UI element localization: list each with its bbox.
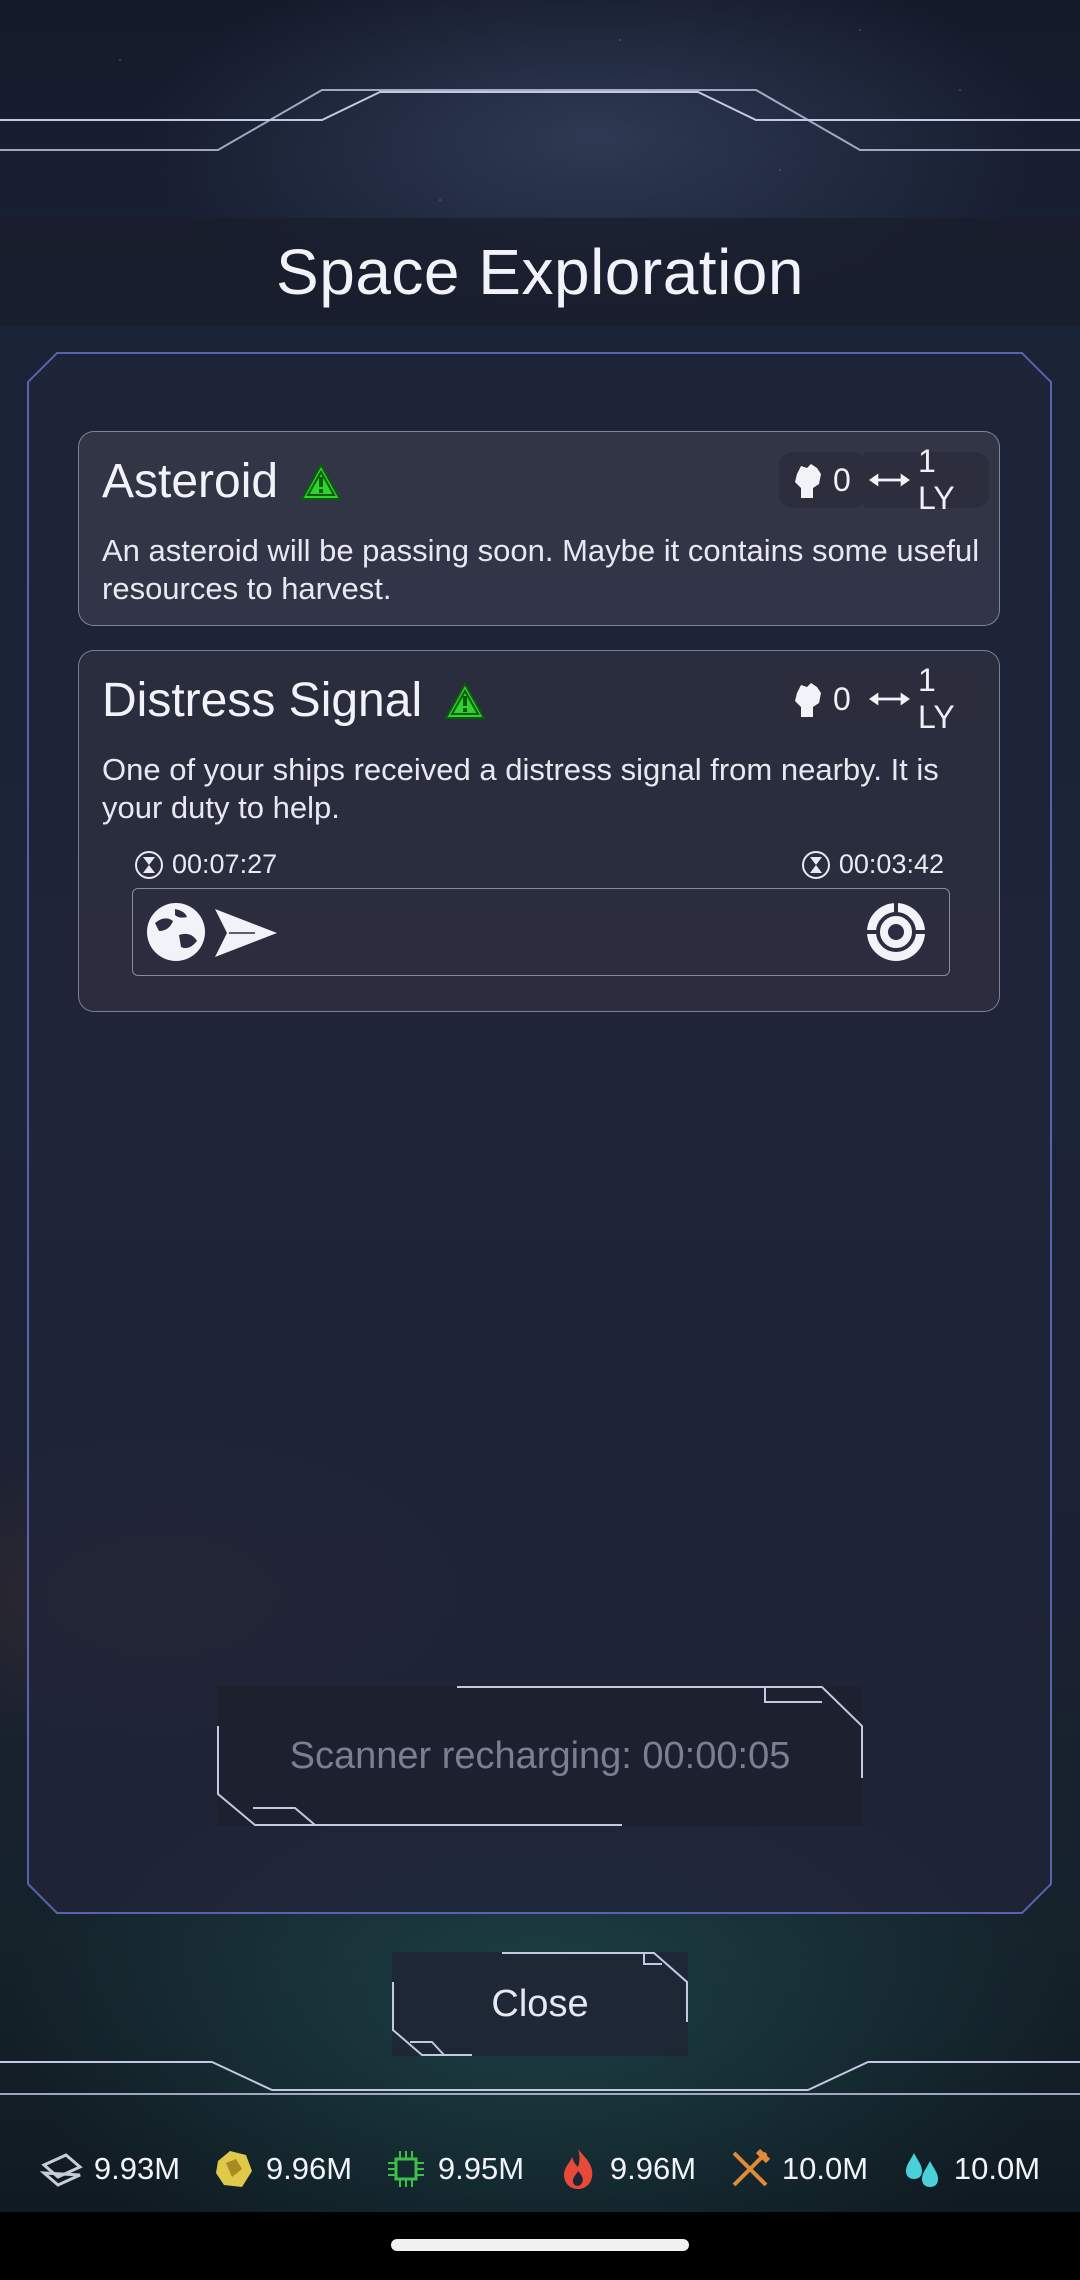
home-indicator[interactable]	[391, 2239, 689, 2251]
scanner-frame	[217, 1686, 863, 1826]
mission-progress-track	[132, 888, 950, 976]
planet-icon	[147, 903, 205, 961]
event-card-asteroid[interactable]: Asteroid 0 1 LY An asteroid will be pass…	[78, 431, 1000, 626]
double-arrow-icon	[869, 692, 910, 706]
power-badge: 0	[779, 671, 867, 727]
close-button-frame	[392, 1952, 688, 2056]
target-icon	[867, 903, 925, 961]
hourglass-icon	[135, 850, 163, 879]
fist-icon	[795, 683, 821, 717]
resource-bar: 9.93M 9.96M 9.95M 9.96M 10.0M 10.0M	[0, 2138, 1080, 2200]
fist-icon	[795, 464, 821, 498]
spaceship-icon	[215, 909, 277, 957]
resource-food: 10.0M	[728, 2147, 868, 2191]
warning-icon	[300, 462, 342, 500]
remaining-timer: 00:03:42	[801, 849, 944, 880]
event-description: One of your ships received a distress si…	[102, 752, 939, 825]
double-arrow-icon	[869, 473, 910, 487]
resource-circuit: 9.95M	[384, 2147, 524, 2191]
food-icon	[732, 2148, 771, 2187]
event-title: Distress Signal	[102, 674, 423, 727]
elapsed-timer: 00:07:27	[134, 849, 277, 880]
event-description: An asteroid will be passing soon. Maybe …	[102, 533, 980, 606]
resource-water: 10.0M	[900, 2147, 1040, 2191]
fire-icon	[563, 2149, 593, 2189]
event-title: Asteroid	[102, 455, 279, 508]
resource-gold: 9.96M	[212, 2147, 352, 2191]
event-card-distress-signal[interactable]: Distress Signal 0 1 LY One of your ships…	[78, 650, 1000, 1012]
gold-ore-icon	[215, 2151, 252, 2187]
metal-icon	[39, 2153, 83, 2187]
page-title: Space Exploration	[276, 236, 804, 308]
water-icon	[905, 2153, 938, 2187]
title-bar: Space Exploration	[0, 218, 1080, 326]
warning-icon	[444, 681, 486, 719]
hourglass-icon	[801, 850, 830, 879]
distance-badge: 1 LY	[857, 662, 989, 735]
circuit-icon	[387, 2151, 424, 2187]
resource-metal: 9.93M	[39, 2147, 180, 2191]
resource-fire: 9.96M	[556, 2147, 696, 2191]
distance-badge: 1 LY	[857, 443, 989, 516]
power-badge: 0	[779, 452, 867, 508]
